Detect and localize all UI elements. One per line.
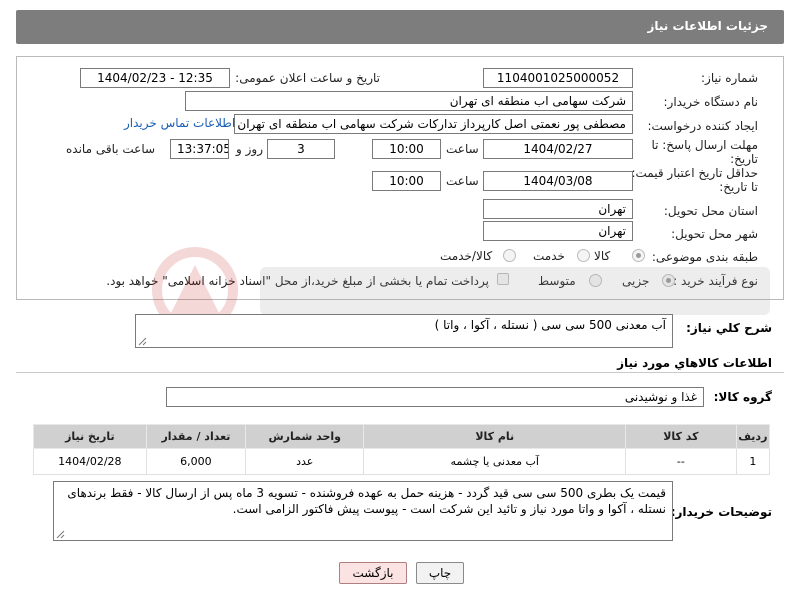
- delivery-city-label: شهر محل تحویل:: [671, 227, 758, 241]
- cell-item-name: آب معدنی یا چشمه: [363, 448, 627, 475]
- print-button[interactable]: چاپ: [416, 562, 464, 584]
- cell-quantity: 6,000: [145, 448, 247, 475]
- col-header-item-name: نام کالا: [363, 424, 627, 449]
- col-header-quantity: تعداد / مقدار: [145, 424, 247, 449]
- cell-item-code: --: [625, 448, 737, 475]
- category-radio-goods[interactable]: [632, 249, 645, 262]
- col-header-row-number: ردیف: [735, 424, 771, 449]
- description-field[interactable]: آب معدنی 500 سی سی ( نستله ، آکوا ، واتا…: [135, 314, 673, 348]
- col-header-unit: واحد شمارش: [245, 424, 365, 449]
- page-title: جزئیات اطلاعات نیاز: [647, 19, 768, 33]
- remaining-time-label: ساعت باقی مانده: [66, 142, 156, 156]
- purchase-type-radio-minor[interactable]: [662, 274, 675, 287]
- category-option-goods: کالا: [594, 249, 611, 263]
- reply-deadline-label-1: مهلت ارسال پاسخ: تا: [651, 138, 758, 152]
- buyer-org-field[interactable]: شرکت سهامی اب منطقه ای تهران: [185, 91, 633, 111]
- price-validity-date-field[interactable]: 1404/03/08: [483, 171, 633, 191]
- need-number-label: شماره نیاز:: [701, 71, 758, 85]
- section-divider: [16, 372, 784, 373]
- price-validity-label-1: حداقل تاریخ اعتبار قیمت:: [631, 166, 758, 180]
- delivery-province-field[interactable]: تهران: [483, 199, 633, 219]
- buyer-notes-label: توضیحات خریدار:: [670, 505, 772, 519]
- description-label: شرح کلي نياز:: [686, 321, 772, 335]
- purchase-type-option-medium: متوسط: [538, 274, 576, 288]
- purchase-type-option-minor: جزیی: [622, 274, 650, 288]
- remaining-time-field[interactable]: 13:37:05: [170, 139, 229, 159]
- back-button[interactable]: بازگشت: [339, 562, 407, 584]
- goods-group-field[interactable]: غذا و نوشیدنی: [166, 387, 704, 407]
- announce-datetime-label: تاریخ و ساعت اعلان عمومی:: [235, 71, 380, 85]
- treasury-payment-note: پرداخت تمام یا بخشی از مبلغ خرید،از محل …: [106, 274, 489, 288]
- reply-deadline-days-field[interactable]: 3: [267, 139, 335, 159]
- goods-info-title: اطلاعات کالاهاي مورد نياز: [617, 356, 772, 370]
- purchase-type-radio-medium[interactable]: [589, 274, 602, 287]
- category-radio-service[interactable]: [577, 249, 590, 262]
- buyer-contact-link[interactable]: اطلاعات تماس خریدار: [124, 116, 235, 130]
- reply-deadline-time-field[interactable]: 10:00: [372, 139, 441, 159]
- cell-row-number: 1: [735, 448, 771, 475]
- cell-need-date: 1404/02/28: [33, 448, 147, 475]
- col-header-need-date: تاریخ نیاز: [33, 424, 147, 449]
- requester-label: ایجاد کننده درخواست:: [647, 119, 758, 133]
- reply-deadline-time-label: ساعت: [446, 142, 479, 156]
- treasury-payment-checkbox[interactable]: [497, 273, 509, 285]
- table-header-row: ردیف کد کالا نام کالا واحد شمارش تعداد /…: [33, 424, 771, 449]
- resize-handle-icon[interactable]: [55, 529, 65, 539]
- reply-deadline-date-field[interactable]: 1404/02/27: [483, 139, 633, 159]
- goods-group-label: گروه کالا:: [713, 390, 772, 404]
- delivery-city-field[interactable]: تهران: [483, 221, 633, 241]
- reply-deadline-days-label: روز و: [236, 142, 263, 156]
- price-validity-time-label: ساعت: [446, 174, 479, 188]
- requester-field[interactable]: مصطفی پور نعمتی اصل کارپرداز تدارکات شرک…: [234, 114, 633, 134]
- buyer-notes-field[interactable]: قیمت یک بطری 500 سی سی قید گردد - هزینه …: [53, 481, 673, 541]
- price-validity-time-field[interactable]: 10:00: [372, 171, 441, 191]
- category-option-goods-service: کالا/خدمت: [440, 249, 493, 263]
- announce-datetime-field[interactable]: 1404/02/23 - 12:35: [80, 68, 230, 88]
- cell-unit: عدد: [245, 448, 365, 475]
- reply-deadline-label-2: تاریخ:: [730, 152, 758, 166]
- table-row[interactable]: 1 -- آب معدنی یا چشمه عدد 6,000 1404/02/…: [33, 448, 771, 475]
- category-option-service: خدمت: [533, 249, 565, 263]
- category-radio-goods-service[interactable]: [503, 249, 516, 262]
- resize-handle-icon[interactable]: [137, 336, 147, 346]
- buyer-org-label: نام دستگاه خریدار:: [663, 95, 759, 109]
- price-validity-label-2: تا تاریخ:: [719, 180, 758, 194]
- page-header: جزئیات اطلاعات نیاز: [16, 10, 784, 44]
- delivery-province-label: استان محل تحویل:: [663, 204, 758, 218]
- need-number-field[interactable]: 1104001025000052: [483, 68, 633, 88]
- category-label: طبقه بندی موضوعی:: [651, 250, 758, 264]
- purchase-type-label: نوع فرآیند خرید :: [673, 274, 758, 288]
- col-header-item-code: کد کالا: [625, 424, 737, 449]
- items-table: ردیف کد کالا نام کالا واحد شمارش تعداد /…: [33, 424, 771, 475]
